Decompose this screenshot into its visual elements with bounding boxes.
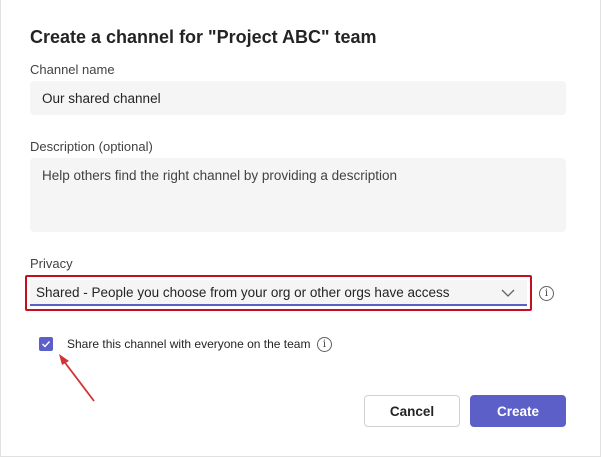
- share-checkbox-label: Share this channel with everyone on the …: [67, 337, 311, 351]
- privacy-info-icon[interactable]: i: [539, 286, 554, 301]
- checkmark-icon: [42, 341, 51, 348]
- privacy-label: Privacy: [30, 256, 73, 271]
- channel-name-input[interactable]: [30, 81, 566, 115]
- channel-name-field-wrap: [30, 81, 566, 115]
- privacy-highlight-box: Shared - People you choose from your org…: [25, 275, 532, 311]
- create-button[interactable]: Create: [470, 395, 566, 427]
- description-field-wrap: [30, 158, 566, 232]
- privacy-selected-value: Shared - People you choose from your org…: [36, 284, 450, 300]
- privacy-dropdown[interactable]: Shared - People you choose from your org…: [30, 280, 527, 306]
- dialog-title: Create a channel for "Project ABC" team: [30, 27, 377, 47]
- share-checkbox[interactable]: [39, 337, 53, 351]
- cancel-button[interactable]: Cancel: [364, 395, 460, 427]
- description-input[interactable]: [30, 158, 566, 230]
- chevron-down-icon: [501, 289, 515, 297]
- share-info-icon[interactable]: i: [317, 337, 332, 352]
- description-label: Description (optional): [30, 139, 153, 154]
- annotation-arrow-icon: [59, 354, 95, 402]
- dialog: Create a channel for "Project ABC" team …: [0, 0, 601, 457]
- channel-name-label: Channel name: [30, 62, 115, 77]
